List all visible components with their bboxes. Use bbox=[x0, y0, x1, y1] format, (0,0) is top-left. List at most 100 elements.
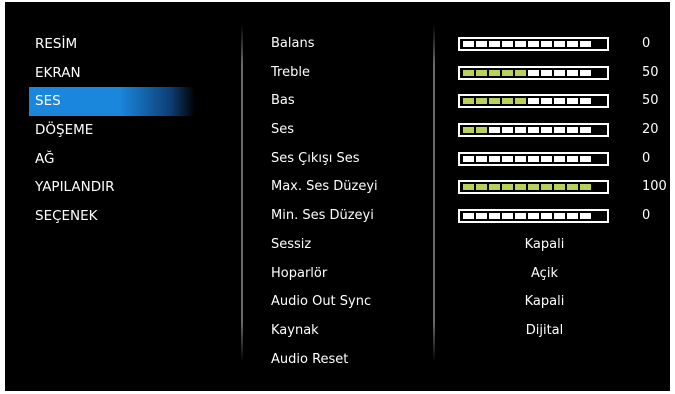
setting-label-audio-out-sync[interactable]: Audio Out Sync bbox=[271, 288, 378, 317]
value-row-audio-out-sync: Kapali bbox=[457, 288, 667, 317]
slider-segment-empty bbox=[476, 155, 487, 162]
bas-slider[interactable] bbox=[458, 94, 609, 109]
slider-segment-empty bbox=[567, 41, 578, 47]
slider-segment-empty bbox=[541, 41, 552, 47]
value-row-treble: 50 bbox=[457, 59, 667, 88]
slider-segment-filled bbox=[502, 98, 513, 105]
slider-segment-empty bbox=[580, 155, 591, 162]
slider-segment-filled bbox=[476, 69, 487, 76]
max-ses-duzeyi-value: 100 bbox=[642, 179, 667, 195]
slider-segment-empty bbox=[541, 213, 552, 220]
slider-segment-empty bbox=[580, 213, 591, 220]
slider-segment-empty bbox=[528, 41, 539, 47]
setting-labels: Balans Treble Bas Ses Ses Çıkışı Ses Max… bbox=[271, 30, 378, 374]
setting-label-balans[interactable]: Balans bbox=[271, 30, 378, 59]
slider-segment-filled bbox=[489, 69, 500, 76]
kaynak-option[interactable]: Dijital bbox=[457, 317, 632, 346]
max-ses-duzeyi-slider[interactable] bbox=[458, 180, 609, 195]
slider-segment-empty bbox=[554, 41, 565, 47]
slider-segment-empty bbox=[541, 98, 552, 105]
osd-screen: RESİM EKRAN SES DÖŞEME AĞ YAPILANDIR SEÇ… bbox=[5, 2, 670, 391]
slider-segment-filled bbox=[567, 184, 578, 191]
slider-segment-empty bbox=[580, 69, 591, 76]
setting-label-ses[interactable]: Ses bbox=[271, 116, 378, 145]
slider-segment-empty bbox=[476, 213, 487, 220]
ses-value: 20 bbox=[642, 122, 659, 138]
slider-segment-empty bbox=[502, 41, 513, 47]
slider-segment-empty bbox=[515, 41, 526, 47]
slider-segment-filled bbox=[463, 127, 474, 134]
value-row-ses-cikisi-ses: 0 bbox=[457, 145, 667, 174]
slider-segment-empty bbox=[463, 155, 474, 162]
menu-item-yapilandir[interactable]: YAPILANDIR bbox=[29, 173, 195, 202]
slider-segment-empty bbox=[528, 155, 539, 162]
min-ses-duzeyi-slider[interactable] bbox=[458, 209, 609, 224]
menu-item-doseme[interactable]: DÖŞEME bbox=[29, 116, 195, 145]
balans-slider[interactable] bbox=[458, 37, 609, 51]
setting-label-sessiz[interactable]: Sessiz bbox=[271, 231, 378, 260]
slider-segment-filled bbox=[515, 69, 526, 76]
slider-segment-empty bbox=[515, 127, 526, 134]
slider-segment-filled bbox=[502, 184, 513, 191]
setting-label-kaynak[interactable]: Kaynak bbox=[271, 317, 378, 346]
slider-segment-filled bbox=[515, 98, 526, 105]
value-row-min-ses-duzeyi: 0 bbox=[457, 202, 667, 231]
slider-segment-empty bbox=[567, 69, 578, 76]
main-menu: RESİM EKRAN SES DÖŞEME AĞ YAPILANDIR SEÇ… bbox=[29, 30, 195, 231]
slider-segment-empty bbox=[528, 213, 539, 220]
slider-segment-empty bbox=[489, 127, 500, 134]
slider-segment-filled bbox=[502, 69, 513, 76]
slider-segment-empty bbox=[567, 213, 578, 220]
slider-segment-empty bbox=[502, 155, 513, 162]
setting-label-audio-reset[interactable]: Audio Reset bbox=[271, 346, 378, 375]
treble-slider[interactable] bbox=[458, 65, 609, 80]
menu-item-ses[interactable]: SES bbox=[29, 87, 195, 117]
menu-item-ekran[interactable]: EKRAN bbox=[29, 59, 195, 88]
slider-segment-empty bbox=[554, 127, 565, 134]
column-divider bbox=[241, 24, 243, 362]
slider-segment-empty bbox=[580, 127, 591, 134]
setting-label-bas[interactable]: Bas bbox=[271, 87, 378, 116]
value-row-sessiz: Kapali bbox=[457, 231, 667, 260]
menu-item-secenek[interactable]: SEÇENEK bbox=[29, 202, 195, 231]
setting-label-min-ses-duzeyi[interactable]: Min. Ses Düzeyi bbox=[271, 202, 378, 231]
slider-segment-empty bbox=[567, 98, 578, 105]
bas-value: 50 bbox=[642, 93, 659, 109]
setting-label-hoparlor[interactable]: Hoparlör bbox=[271, 260, 378, 289]
hoparlor-option[interactable]: Açik bbox=[457, 260, 632, 289]
audio-out-sync-option[interactable]: Kapali bbox=[457, 288, 632, 317]
slider-segment-empty bbox=[567, 155, 578, 162]
setting-label-max-ses-duzeyi[interactable]: Max. Ses Düzeyi bbox=[271, 173, 378, 202]
slider-segment-filled bbox=[515, 184, 526, 191]
slider-segment-empty bbox=[554, 213, 565, 220]
setting-label-ses-cikisi-ses[interactable]: Ses Çıkışı Ses bbox=[271, 145, 378, 174]
slider-segment-empty bbox=[580, 98, 591, 105]
ses-cikisi-ses-slider[interactable] bbox=[458, 151, 609, 166]
menu-item-ag[interactable]: AĞ bbox=[29, 145, 195, 174]
column-divider bbox=[433, 24, 435, 362]
sessiz-option[interactable]: Kapali bbox=[457, 231, 632, 260]
slider-segment-filled bbox=[541, 184, 552, 191]
slider-segment-empty bbox=[502, 213, 513, 220]
treble-value: 50 bbox=[642, 64, 659, 80]
slider-segment-empty bbox=[541, 155, 552, 162]
slider-segment-empty bbox=[502, 127, 513, 134]
setting-values: 0 50 50 20 0 100 0 Kapali Açik Kapali Di… bbox=[457, 30, 667, 346]
menu-item-resim[interactable]: RESİM bbox=[29, 30, 195, 59]
ses-slider[interactable] bbox=[458, 123, 609, 138]
slider-segment-empty bbox=[541, 69, 552, 76]
slider-segment-empty bbox=[580, 41, 591, 47]
slider-segment-empty bbox=[541, 127, 552, 134]
balans-value: 0 bbox=[642, 36, 651, 51]
slider-segment-filled bbox=[463, 184, 474, 191]
setting-label-treble[interactable]: Treble bbox=[271, 59, 378, 88]
slider-segment-empty bbox=[489, 41, 500, 47]
value-row-balans: 0 bbox=[457, 30, 667, 59]
slider-segment-empty bbox=[528, 69, 539, 76]
slider-segment-empty bbox=[528, 127, 539, 134]
slider-segment-filled bbox=[476, 98, 487, 105]
slider-segment-filled bbox=[463, 98, 474, 105]
slider-segment-empty bbox=[515, 155, 526, 162]
slider-segment-empty bbox=[489, 213, 500, 220]
slider-segment-empty bbox=[489, 155, 500, 162]
